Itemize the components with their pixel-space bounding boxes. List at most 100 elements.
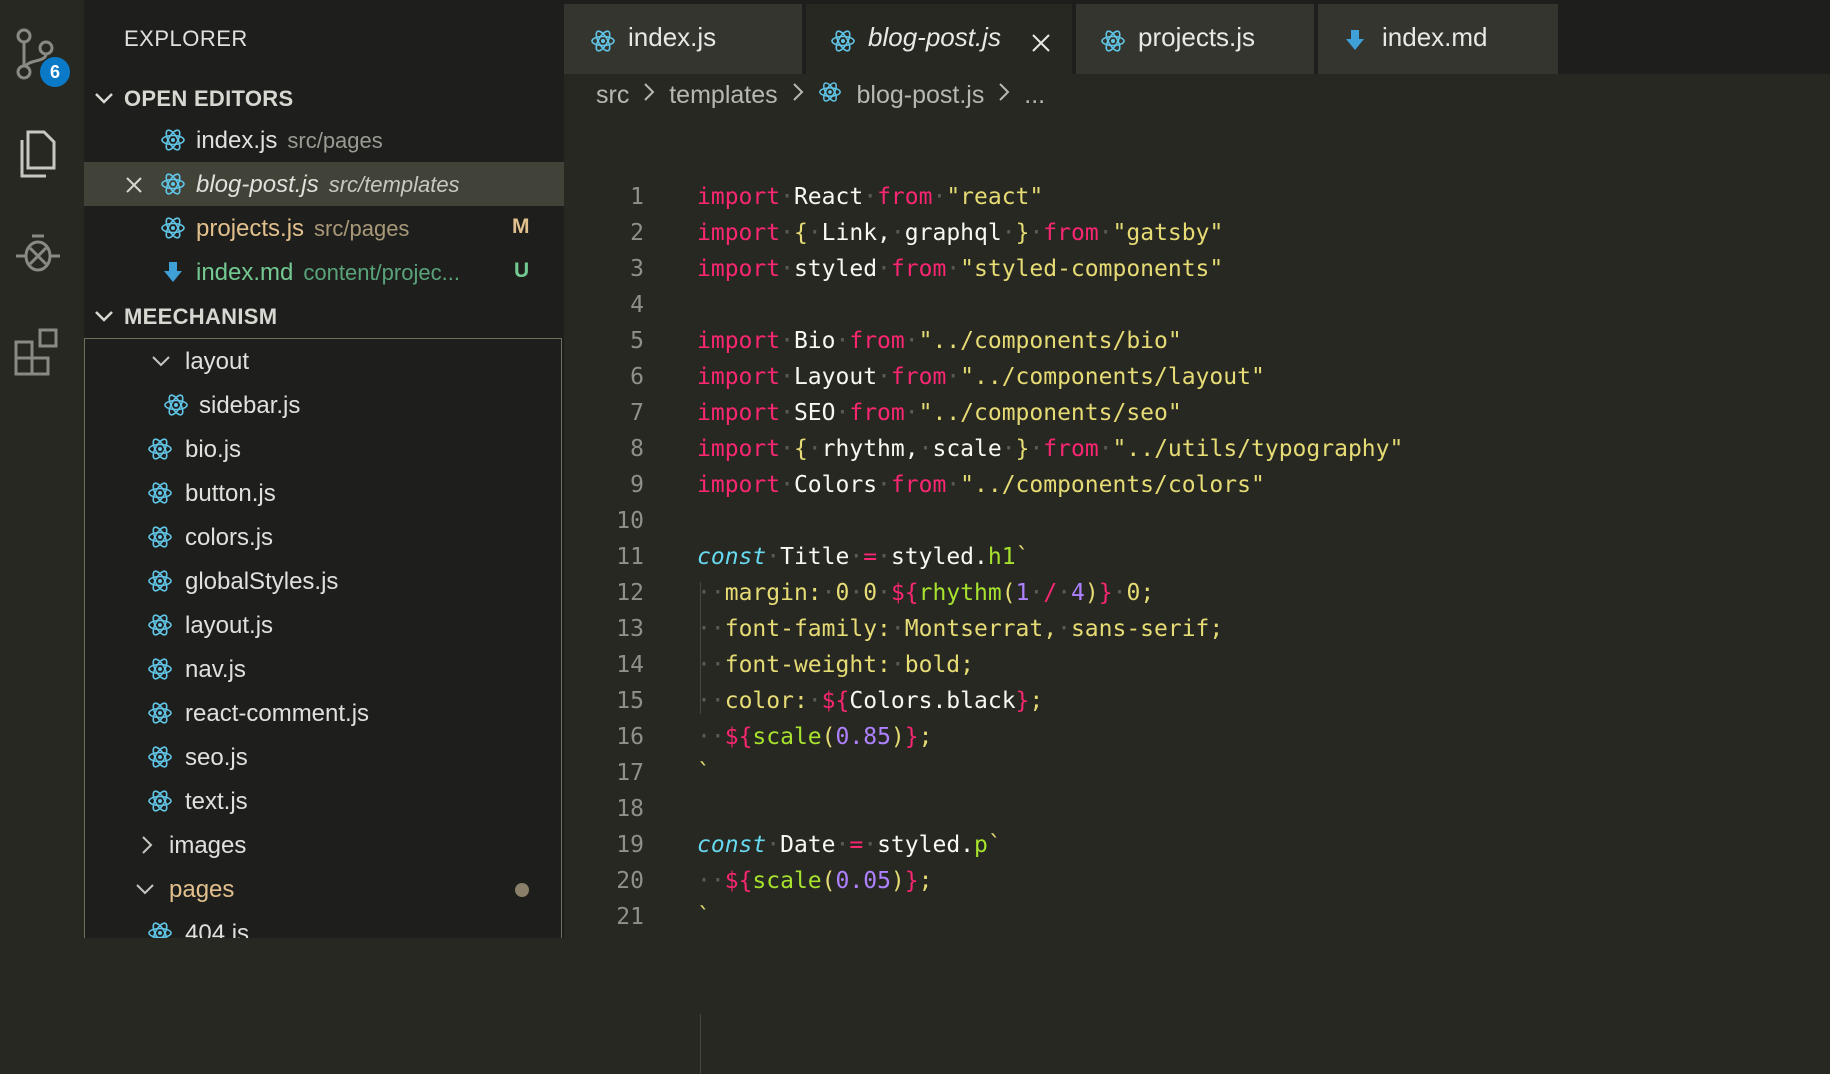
chevron-down-icon bbox=[94, 86, 114, 116]
code-line: 19 const·Date·=·styled.p` bbox=[564, 832, 1830, 868]
untracked-badge: U bbox=[514, 259, 530, 282]
tree-item-label: layout bbox=[185, 348, 250, 375]
tree-file[interactable]: globalStyles.js bbox=[85, 559, 563, 603]
tree-file[interactable]: nav.js bbox=[85, 647, 563, 691]
line-number: 7 bbox=[630, 400, 644, 426]
react-icon bbox=[147, 524, 173, 550]
tree-folder[interactable]: pages bbox=[85, 867, 563, 911]
chevron-down-icon bbox=[151, 349, 171, 380]
code-text: import·{·Link,·graphql·}·from·"gatsby" bbox=[697, 220, 1224, 246]
extensions-icon[interactable] bbox=[14, 328, 58, 376]
code-text: ··color:·${Colors.black}; bbox=[697, 688, 1044, 714]
code-line: 12 ··margin:·0·0·${rhythm(1·/·4)}·0; bbox=[564, 580, 1830, 616]
line-number: 18 bbox=[616, 796, 644, 822]
tree-item-label: button.js bbox=[185, 480, 276, 507]
tab-label: blog-post.js bbox=[868, 22, 1001, 52]
code-line: 5 import·Bio·from·"../components/bio" bbox=[564, 328, 1830, 364]
code-text: ` bbox=[697, 904, 711, 930]
explorer-sidebar: EXPLORER OPEN EDITORS index.js src/pages … bbox=[84, 0, 564, 938]
tree-file[interactable]: text.js bbox=[85, 779, 563, 823]
line-number: 19 bbox=[616, 832, 644, 858]
modified-dot bbox=[515, 883, 529, 897]
tab-index-js[interactable]: index.js bbox=[564, 4, 802, 74]
open-editors-header[interactable]: OPEN EDITORS bbox=[84, 80, 564, 116]
tab-projects-js[interactable]: projects.js bbox=[1076, 4, 1314, 74]
tab-label: projects.js bbox=[1138, 22, 1256, 52]
breadcrumb: src templates blog-post.js ... bbox=[596, 80, 1045, 111]
code-line: 18 bbox=[564, 796, 1830, 832]
open-editor-item[interactable]: index.js src/pages bbox=[84, 118, 564, 162]
open-editors-label: OPEN EDITORS bbox=[124, 86, 294, 111]
line-number: 21 bbox=[616, 904, 644, 930]
tree-folder[interactable]: layout bbox=[85, 339, 563, 383]
tab-index-md[interactable]: index.md bbox=[1318, 4, 1558, 74]
markdown-down-arrow-icon bbox=[162, 260, 184, 291]
open-editor-name: index.js bbox=[196, 127, 278, 154]
close-icon[interactable] bbox=[1030, 30, 1052, 61]
code-line: 2 import·{·Link,·graphql·}·from·"gatsby" bbox=[564, 220, 1830, 256]
code-text: ··font-weight:·bold; bbox=[697, 652, 974, 678]
react-icon bbox=[147, 656, 173, 682]
tree-file[interactable]: react-comment.js bbox=[85, 691, 563, 735]
tree-file[interactable]: sidebar.js bbox=[85, 383, 563, 427]
markdown-down-arrow-icon bbox=[1344, 28, 1366, 59]
tree-folder[interactable]: images bbox=[85, 823, 563, 867]
close-icon[interactable] bbox=[124, 174, 144, 202]
open-editor-path: content/projec... bbox=[303, 260, 460, 285]
open-editor-path: src/pages bbox=[314, 216, 410, 241]
code-text: const·Date·=·styled.p` bbox=[697, 832, 1002, 858]
tree-file[interactable]: button.js bbox=[85, 471, 563, 515]
line-number: 1 bbox=[630, 184, 644, 210]
code-text: import·styled·from·"styled-components" bbox=[697, 256, 1224, 282]
code-line: 14 ··font-weight:·bold; bbox=[564, 652, 1830, 688]
code-text: ` bbox=[697, 760, 711, 786]
tree-file[interactable]: layout.js bbox=[85, 603, 563, 647]
tree-file[interactable]: seo.js bbox=[85, 735, 563, 779]
tree-file[interactable]: colors.js bbox=[85, 515, 563, 559]
code-text: import·React·from·"react" bbox=[697, 184, 1044, 210]
debug-icon[interactable] bbox=[14, 228, 60, 272]
breadcrumb-item[interactable]: templates bbox=[669, 81, 777, 110]
react-icon bbox=[590, 28, 616, 54]
open-editor-item[interactable]: index.md content/projec... U bbox=[84, 250, 564, 294]
editor-tabs: index.js blog-post.js projects.js index.… bbox=[564, 0, 1830, 74]
tree-item-label: text.js bbox=[185, 788, 248, 815]
code-line: 8 import·{·rhythm,·scale·}·from·"../utils… bbox=[564, 436, 1830, 472]
tree-file[interactable]: 404.js bbox=[85, 911, 563, 938]
breadcrumb-item[interactable]: blog-post.js bbox=[856, 81, 984, 110]
code-text: import·SEO·from·"../components/seo" bbox=[697, 400, 1182, 426]
chevron-right-icon bbox=[137, 833, 157, 864]
project-header[interactable]: MEECHANISM bbox=[84, 298, 564, 334]
code-text: import·Layout·from·"../components/layout… bbox=[697, 364, 1265, 390]
project-label: MEECHANISM bbox=[124, 304, 278, 329]
code-editor[interactable]: 1 import·React·from·"react" 2 import·{·Lin… bbox=[564, 150, 1830, 1074]
indent-guide bbox=[700, 1014, 701, 1074]
tree-file[interactable]: bio.js bbox=[85, 427, 563, 471]
tree-item-label: sidebar.js bbox=[199, 392, 301, 419]
react-icon bbox=[147, 744, 173, 770]
tree-item-label: seo.js bbox=[185, 744, 248, 771]
react-icon bbox=[147, 920, 173, 938]
code-line: 16 ··${scale(0.85)}; bbox=[564, 724, 1830, 760]
tree-item-label: globalStyles.js bbox=[185, 568, 339, 595]
open-editor-item[interactable]: projects.js src/pages M bbox=[84, 206, 564, 250]
code-text: import·Colors·from·"../components/colors… bbox=[697, 472, 1265, 498]
react-icon bbox=[160, 127, 186, 153]
react-icon bbox=[160, 215, 186, 241]
file-tree: layout sidebar.js bio.js button.js color… bbox=[84, 338, 562, 938]
code-line: 13 ··font-family:·Montserrat,·sans-serif; bbox=[564, 616, 1830, 652]
breadcrumb-item[interactable]: ... bbox=[1024, 81, 1045, 110]
line-number: 4 bbox=[630, 292, 644, 318]
activity-bar: 6 bbox=[0, 0, 84, 938]
tree-item-label: react-comment.js bbox=[185, 700, 370, 727]
tab-label: index.md bbox=[1382, 22, 1488, 52]
tree-item-label: pages bbox=[169, 876, 235, 903]
react-icon bbox=[1100, 28, 1126, 54]
breadcrumb-item[interactable]: src bbox=[596, 81, 629, 110]
line-number: 10 bbox=[616, 508, 644, 534]
files-icon[interactable] bbox=[14, 128, 58, 178]
code-text: ··${scale(0.05)}; bbox=[697, 868, 933, 894]
react-icon bbox=[160, 171, 186, 197]
open-editor-item-active[interactable]: blog-post.js src/templates bbox=[84, 162, 564, 206]
tab-blog-post-js[interactable]: blog-post.js bbox=[806, 4, 1072, 74]
